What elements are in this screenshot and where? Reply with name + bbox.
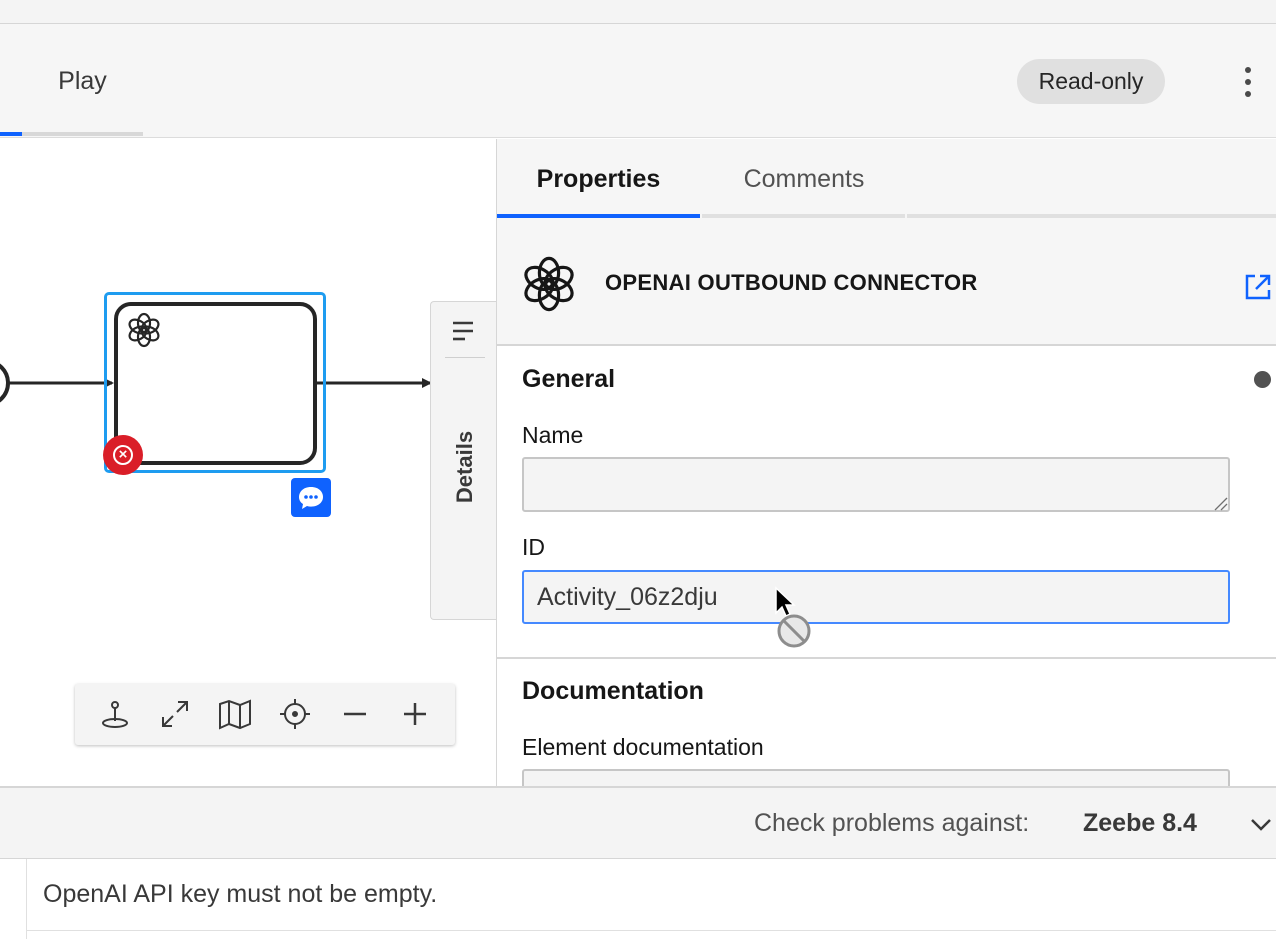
top-strip — [0, 0, 1276, 24]
zoom-out-icon[interactable] — [335, 694, 375, 734]
name-field[interactable] — [522, 457, 1230, 512]
section-divider — [497, 657, 1276, 659]
id-label: ID — [522, 534, 545, 560]
chevron-down-icon[interactable] — [1246, 810, 1276, 840]
documentation-group-title[interactable]: Documentation — [522, 677, 704, 706]
modeler-window: Play Read-only × Details Properties Comm… — [0, 0, 1276, 939]
tab-properties[interactable]: Properties — [497, 139, 700, 220]
check-problems-label: Check problems against: — [754, 809, 1030, 837]
tab-rest-underline — [907, 214, 1276, 218]
element-documentation-field[interactable] — [522, 769, 1230, 786]
name-label: Name — [522, 422, 584, 448]
tab-play-underline — [22, 132, 143, 136]
general-group-title[interactable]: General — [522, 365, 615, 394]
id-field[interactable] — [522, 570, 1230, 624]
tab-comments[interactable]: Comments — [702, 139, 906, 220]
engine-version[interactable]: Zeebe 8.4 — [1083, 809, 1197, 838]
read-only-badge: Read-only — [1017, 59, 1165, 104]
element-header: OPENAI OUTBOUND CONNECTOR — [497, 220, 1276, 346]
element-title: OPENAI OUTBOUND CONNECTOR — [605, 270, 978, 295]
problem-item[interactable]: OpenAI API key must not be empty. — [27, 859, 1276, 931]
reset-view-icon[interactable] — [95, 694, 135, 734]
overflow-menu-vertical-icon[interactable] — [1232, 62, 1264, 102]
comment-icon[interactable] — [291, 478, 331, 517]
problems-list: OpenAI API key must not be empty. — [0, 859, 1276, 939]
openai-icon — [524, 256, 574, 312]
properties-panel: Properties Comments OPENAI OUTBOUND CONN… — [497, 139, 1276, 786]
tab-properties-underline — [497, 214, 700, 218]
tab-indicator — [0, 132, 22, 136]
center-icon[interactable] — [275, 694, 315, 734]
openai-icon — [128, 312, 160, 348]
details-label: Details — [452, 430, 477, 504]
group-indicator-dot — [1254, 371, 1271, 388]
zoom-toolbar — [75, 684, 455, 745]
details-divider — [445, 357, 485, 358]
minimap-icon[interactable] — [215, 694, 255, 734]
details-icon — [453, 321, 473, 341]
problems-bar: Check problems against: Zeebe 8.4 — [0, 786, 1276, 859]
resize-grip-icon[interactable] — [1212, 495, 1228, 511]
start-event — [0, 363, 10, 403]
error-icon[interactable]: × — [103, 435, 143, 475]
properties-tabs: Properties Comments — [497, 139, 1276, 220]
diagram-canvas[interactable]: × — [0, 139, 496, 786]
element-documentation-label: Element documentation — [522, 734, 764, 760]
tab-comments-underline — [702, 214, 905, 218]
details-toggle[interactable]: Details — [430, 301, 496, 620]
zoom-in-icon[interactable] — [395, 694, 435, 734]
tab-play[interactable]: Play — [22, 24, 143, 138]
fit-to-screen-icon[interactable] — [155, 694, 195, 734]
launch-icon[interactable] — [1243, 272, 1273, 302]
